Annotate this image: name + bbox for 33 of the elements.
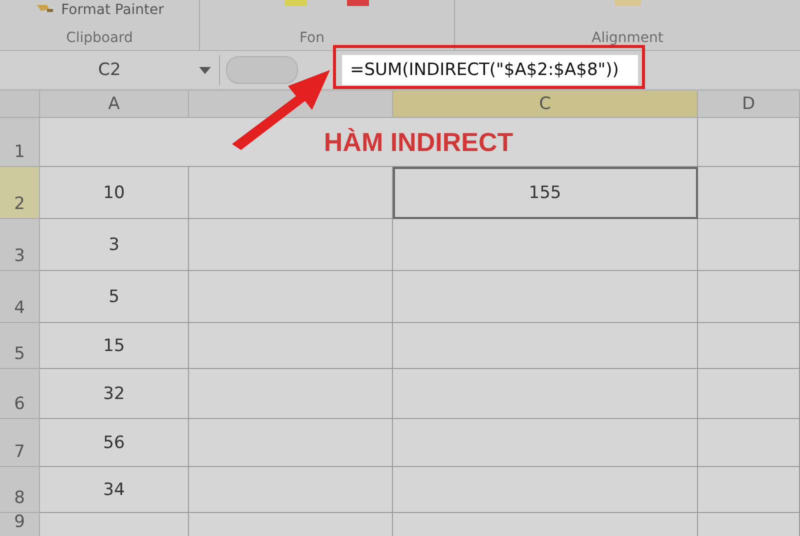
column-header[interactable]: C — [393, 91, 698, 118]
column-header[interactable]: A — [40, 91, 189, 118]
font-color-icon[interactable] — [347, 0, 369, 6]
row-header[interactable]: 9 — [0, 513, 40, 536]
table-cell: 10 — [40, 167, 189, 219]
column-header[interactable] — [189, 91, 393, 118]
row-header[interactable]: 1 — [0, 118, 40, 167]
table-cell: 5 — [40, 271, 189, 323]
row-header[interactable]: 3 — [0, 219, 40, 271]
formula-field[interactable]: =SUM(INDIRECT("$A$2:$A$8")) — [342, 55, 638, 85]
highlight-color-icon[interactable] — [285, 0, 307, 6]
format-painter-button[interactable]: Format Painter — [61, 2, 164, 18]
group-label: Alignment — [592, 30, 664, 46]
row-header[interactable]: 8 — [0, 467, 40, 513]
title-cell: HÀM INDIRECT — [40, 118, 698, 167]
select-all-button[interactable] — [0, 91, 40, 118]
row-header[interactable]: 7 — [0, 419, 40, 467]
row-header[interactable]: 2 — [0, 167, 40, 219]
row-header[interactable]: 4 — [0, 271, 40, 323]
table-cell: 56 — [40, 419, 189, 467]
resize-handle[interactable] — [226, 56, 298, 84]
column-header[interactable]: D — [698, 91, 800, 118]
table-cell: 32 — [40, 369, 189, 419]
caret-icon[interactable] — [199, 67, 211, 74]
row-header[interactable]: 6 — [0, 369, 40, 419]
row-header[interactable]: 5 — [0, 323, 40, 369]
selected-cell: 155 — [393, 167, 698, 219]
group-label: Clipboard — [66, 30, 133, 46]
group-label: Fon — [300, 30, 324, 46]
table-cell: 15 — [40, 323, 189, 369]
table-cell: 3 — [40, 219, 189, 271]
table-cell: 34 — [40, 467, 189, 513]
name-box[interactable]: C2 — [0, 55, 220, 85]
